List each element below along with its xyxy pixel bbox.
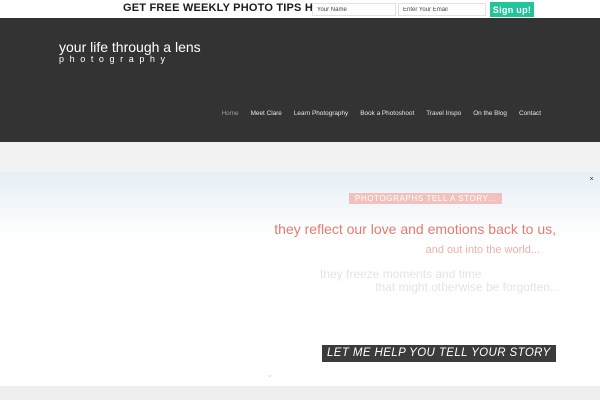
hero-line-3: they freeze moments and time [320, 267, 482, 281]
nav-item-meet-clare[interactable]: Meet Clare [251, 110, 282, 117]
email-input[interactable] [398, 3, 486, 16]
signup-button[interactable]: Sign up! [490, 2, 534, 17]
nav-item-learn-photography[interactable]: Learn Photography [294, 110, 348, 117]
bottom-strip [0, 386, 600, 400]
name-input[interactable] [312, 3, 396, 16]
site-logo[interactable]: your life through a lens photography [59, 39, 201, 64]
nav-item-travel-inspo[interactable]: Travel Inspo [426, 110, 461, 117]
tell-story-button[interactable]: LET ME HELP YOU TELL YOUR STORY [322, 345, 556, 362]
nav-item-home[interactable]: Home [222, 110, 239, 117]
nav-item-blog[interactable]: On the Blog [473, 110, 507, 117]
logo-main-text: your life through a lens [59, 39, 201, 55]
nav-item-contact[interactable]: Contact [519, 110, 541, 117]
close-icon[interactable]: × [589, 176, 594, 183]
nav-item-book-photoshoot[interactable]: Book a Photoshoot [360, 110, 414, 117]
chevron-down-icon[interactable]: ⌄ [266, 369, 274, 380]
optin-title: GET FREE WEEKLY PHOTO TIPS HERE [123, 2, 337, 14]
site-header: your life through a lens photography Hom… [0, 18, 600, 142]
hero-section: × PHOTOGRAPHS TELL A STORY... they refle… [0, 172, 600, 386]
hero-line-2: and out into the world... [425, 244, 540, 256]
hero-banner: PHOTOGRAPHS TELL A STORY... [349, 193, 502, 204]
hero-line-1: they reflect our love and emotions back … [274, 221, 556, 237]
optin-bar: GET FREE WEEKLY PHOTO TIPS HERE Sign up! [0, 0, 600, 18]
main-nav: Home Meet Clare Learn Photography Book a… [222, 110, 541, 117]
logo-sub-text: photography [59, 54, 171, 64]
gray-band [0, 142, 600, 172]
hero-line-4: that might otherwise be forgotten... [375, 280, 560, 294]
